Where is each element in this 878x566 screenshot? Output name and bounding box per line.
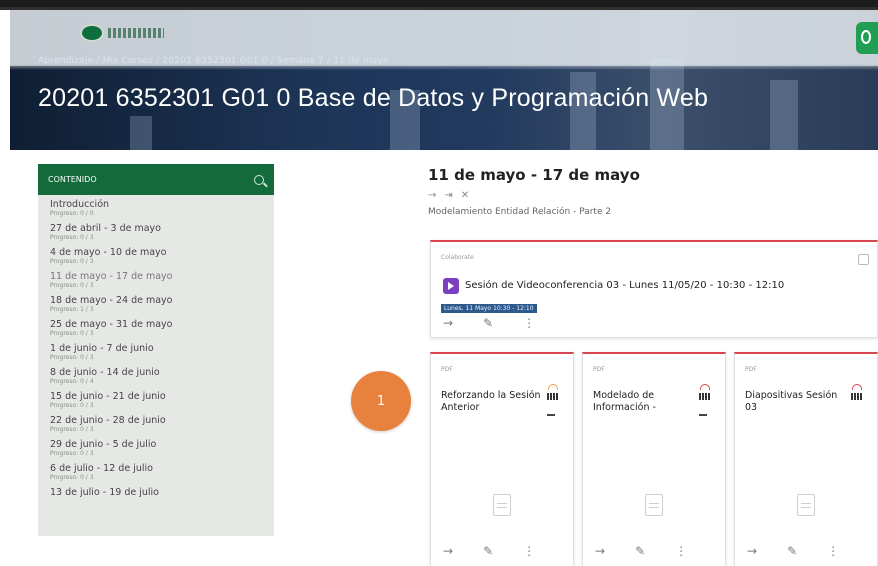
content-sidebar: CONTENIDO Introducción Progreso: 0 / 0 27…	[38, 164, 274, 536]
logo-wordmark	[108, 28, 164, 38]
document-icon	[493, 494, 511, 516]
sidebar-item[interactable]: 15 de junio - 21 de junio Progreso: 0 / 3	[50, 391, 262, 409]
user-menu-button[interactable]	[856, 22, 878, 54]
university-logo[interactable]	[80, 24, 164, 42]
pin-icon[interactable]: ✎	[483, 316, 493, 330]
sidebar-heading: CONTENIDO	[48, 175, 97, 184]
week-actions: → ⇥ ✕	[428, 190, 469, 201]
open-arrow-icon[interactable]: →	[443, 544, 453, 558]
pin-icon[interactable]: ✎	[787, 544, 797, 558]
card-actions: → ✎ ⋮	[747, 544, 839, 558]
more-icon[interactable]: ⋮	[675, 544, 687, 558]
video-icon	[443, 278, 459, 294]
pin-icon[interactable]: ✎	[483, 544, 493, 558]
sidebar-header: CONTENIDO	[38, 164, 274, 195]
sidebar-item[interactable]: 8 de junio - 14 de junio Progreso: 0 / 4	[50, 367, 262, 385]
sidebar-item[interactable]: 4 de mayo - 10 de mayo Progreso: 0 / 3	[50, 247, 262, 265]
sidebar-item[interactable]: 22 de junio - 28 de junio Progreso: 0 / 3	[50, 415, 262, 433]
close-icon[interactable]: ✕	[461, 190, 469, 201]
week-title: 11 de mayo - 17 de mayo	[428, 166, 640, 184]
sidebar-week-list: Introducción Progreso: 0 / 0 27 de abril …	[38, 195, 274, 508]
sidebar-item[interactable]: 18 de mayo - 24 de mayo Progreso: 1 / 3	[50, 295, 262, 313]
sidebar-item[interactable]: 25 de mayo - 31 de mayo Progreso: 0 / 3	[50, 319, 262, 337]
more-icon[interactable]: ⋮	[827, 544, 839, 558]
document-icon	[645, 494, 663, 516]
search-icon[interactable]	[254, 174, 264, 185]
card-actions: → ✎ ⋮	[443, 544, 535, 558]
sidebar-item[interactable]: 6 de julio - 12 de julio Progreso: 0 / 3	[50, 463, 262, 481]
go-arrow-icon[interactable]: →	[428, 190, 436, 201]
skyline-decoration	[130, 116, 152, 150]
sidebar-item[interactable]: 27 de abril - 3 de mayo Progreso: 0 / 3	[50, 223, 262, 241]
resource-title[interactable]: Modelado de Información -	[593, 390, 693, 414]
card-type-tag: PDF	[745, 366, 757, 373]
card-actions: → ✎ ⋮	[595, 544, 687, 558]
dash-icon	[699, 414, 707, 416]
sidebar-item[interactable]: 29 de junio - 5 de julio Progreso: 0 / 3	[50, 439, 262, 457]
videoconference-card[interactable]: Colaborate Sesión de Videoconferencia 03…	[430, 240, 878, 338]
headphones-icon	[699, 384, 711, 400]
course-banner: Aprendizaje / Mis Cursos / 20201 6352301…	[10, 10, 878, 150]
resource-title[interactable]: Diapositivas Sesión 03	[745, 390, 845, 414]
week-subtitle: Modelamiento Entidad Relación - Parte 2	[428, 207, 612, 217]
course-title: 20201 6352301 G01 0 Base de Datos y Prog…	[38, 84, 709, 112]
sidebar-item-current[interactable]: 11 de mayo - 17 de mayo Progreso: 0 / 3	[50, 271, 262, 289]
jump-icon[interactable]: ⇥	[444, 190, 452, 201]
open-arrow-icon[interactable]: →	[595, 544, 605, 558]
document-icon	[797, 494, 815, 516]
step-marker: 1	[351, 371, 411, 431]
sidebar-item[interactable]: 13 de julio - 19 de julio	[50, 487, 262, 498]
sidebar-item[interactable]: 1 de junio - 7 de junio Progreso: 0 / 3	[50, 343, 262, 361]
more-icon[interactable]: ⋮	[523, 544, 535, 558]
resource-card[interactable]: PDF Reforzando la Sesión Anterior → ✎ ⋮	[430, 352, 574, 566]
conference-name[interactable]: Sesión de Videoconferencia 03 - Lunes 11…	[465, 280, 784, 291]
card-actions: → ✎ ⋮	[443, 316, 535, 330]
card-type-tag: PDF	[593, 366, 605, 373]
card-type-tag: PDF	[441, 366, 453, 373]
logo-mark-icon	[80, 24, 104, 42]
card-type-tag: Colaborate	[441, 254, 474, 261]
open-arrow-icon[interactable]: →	[443, 316, 453, 330]
resource-card[interactable]: PDF Diapositivas Sesión 03 → ✎ ⋮	[734, 352, 878, 566]
dash-icon	[547, 414, 555, 416]
open-arrow-icon[interactable]: →	[747, 544, 757, 558]
resource-card[interactable]: PDF Modelado de Información - → ✎ ⋮	[582, 352, 726, 566]
skyline-decoration	[770, 80, 798, 150]
headphones-icon	[547, 384, 559, 400]
pin-icon[interactable]: ✎	[635, 544, 645, 558]
more-icon[interactable]: ⋮	[523, 316, 535, 330]
top-bar	[0, 0, 878, 10]
conference-date-badge: Lunes, 11 Mayo 10:30 - 12:10	[441, 304, 537, 313]
expand-icon[interactable]	[858, 254, 869, 265]
user-icon	[861, 30, 871, 44]
sidebar-item[interactable]: Introducción Progreso: 0 / 0	[50, 199, 262, 217]
breadcrumb[interactable]: Aprendizaje / Mis Cursos / 20201 6352301…	[38, 56, 389, 66]
resource-title[interactable]: Reforzando la Sesión Anterior	[441, 390, 541, 414]
headphones-icon	[851, 384, 863, 400]
